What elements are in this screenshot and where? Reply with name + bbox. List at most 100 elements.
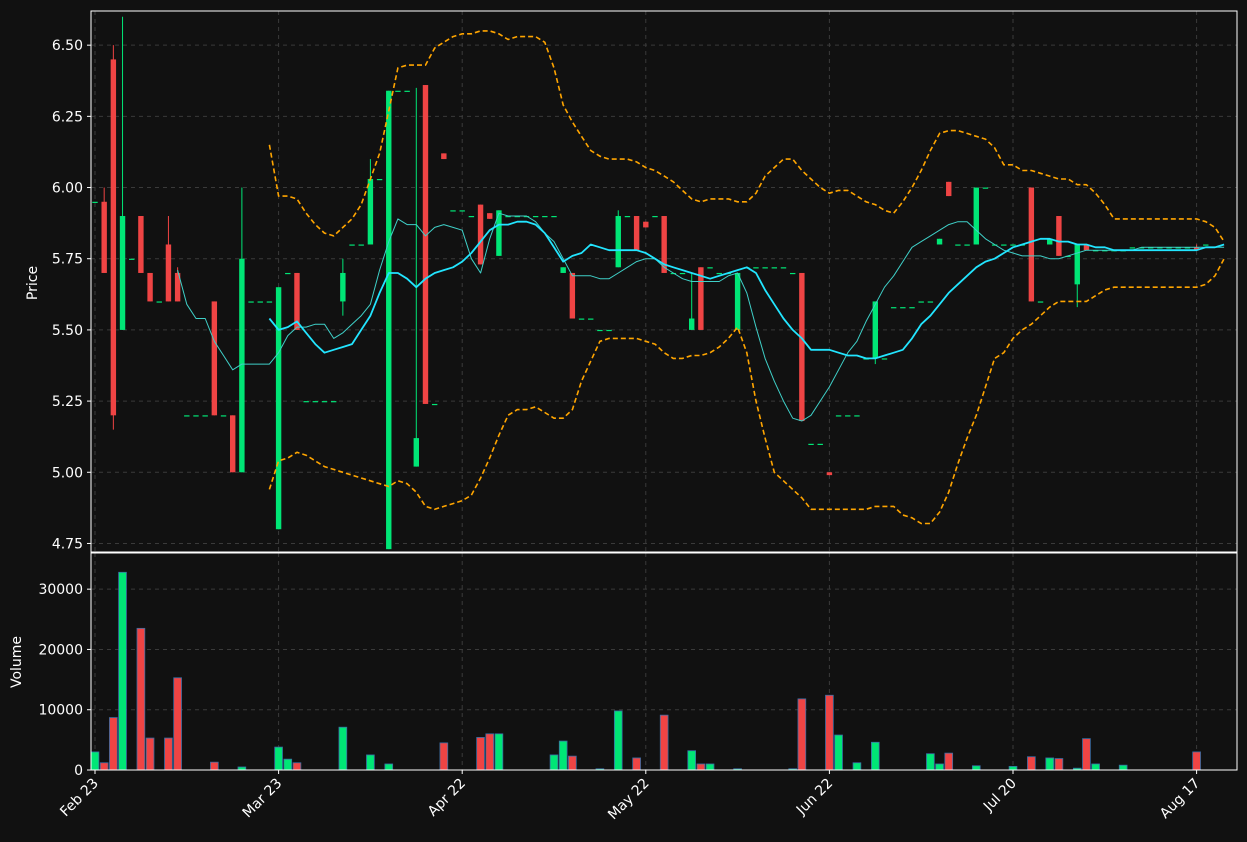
- candle: [248, 301, 254, 303]
- candle: [927, 301, 934, 303]
- candle: [92, 201, 98, 203]
- volume-bar: [1045, 757, 1055, 770]
- candle-body: [230, 415, 236, 473]
- candle-body: [881, 358, 888, 360]
- candle-body: [936, 238, 943, 245]
- candle-body: [487, 213, 493, 219]
- candle-body: [597, 329, 603, 332]
- volume-tick-label: 20000: [38, 642, 83, 658]
- candle: [817, 443, 823, 445]
- candle-body: [1129, 247, 1136, 249]
- candle: [560, 267, 566, 273]
- candle: [312, 401, 319, 403]
- volume-bar: [476, 737, 485, 770]
- candle: [321, 401, 328, 403]
- candle-body: [303, 401, 309, 403]
- candle: [542, 216, 548, 218]
- candle: [441, 153, 447, 160]
- candle-body: [789, 272, 796, 275]
- volume-bar: [1118, 764, 1128, 770]
- candle: [734, 272, 741, 330]
- volume-bar: [558, 740, 568, 770]
- candle-body: [946, 181, 952, 197]
- candle: [275, 287, 282, 530]
- candle: [918, 301, 924, 303]
- candle: [431, 403, 438, 406]
- candle: [881, 358, 888, 360]
- candle: [477, 204, 484, 265]
- candle-body: [257, 301, 263, 303]
- candle-body: [835, 415, 842, 417]
- candle: [789, 272, 796, 275]
- candle-body: [340, 272, 346, 302]
- candle: [1129, 247, 1136, 249]
- candle: [964, 244, 970, 246]
- price-tick-label: 6.00: [52, 181, 83, 197]
- price-axis-label: Price: [25, 266, 41, 300]
- candle-body: [689, 318, 695, 330]
- candle-body: [1074, 244, 1080, 285]
- candle: [936, 238, 943, 245]
- candle-body: [431, 403, 438, 406]
- candle-body: [395, 90, 401, 92]
- candle: [257, 301, 263, 303]
- candle: [532, 216, 539, 218]
- candle: [349, 244, 355, 246]
- candle: [184, 415, 190, 417]
- candle-body: [900, 307, 906, 309]
- candle-body: [578, 318, 585, 320]
- candle: [230, 415, 236, 473]
- volume-bar: [935, 763, 944, 770]
- candle-body: [275, 287, 282, 530]
- volume-bar: [338, 726, 348, 770]
- candle-body: [826, 472, 833, 476]
- candle-body: [780, 267, 787, 269]
- candle-body: [450, 210, 456, 212]
- candle: [376, 178, 383, 181]
- candle: [138, 216, 144, 273]
- candle: [588, 318, 594, 320]
- candle-body: [349, 244, 355, 246]
- volume-bar: [1082, 738, 1091, 770]
- candle: [1010, 244, 1016, 246]
- candle-body: [129, 258, 135, 260]
- candle-body: [808, 443, 814, 445]
- candle-body: [771, 267, 778, 269]
- price-tick-label: 6.50: [52, 38, 83, 54]
- volume-bar: [384, 763, 394, 770]
- candle-body: [165, 244, 172, 302]
- volume-bar: [109, 717, 118, 770]
- candle: [202, 415, 208, 417]
- volume-bar: [687, 750, 696, 770]
- candle: [890, 307, 897, 309]
- candle: [468, 216, 475, 218]
- candle-body: [624, 216, 631, 218]
- price-tick-label: 5.25: [52, 394, 83, 410]
- candle: [129, 258, 135, 260]
- candle-body: [156, 301, 162, 303]
- candle-body: [193, 415, 199, 417]
- candle: [211, 301, 218, 416]
- candle: [982, 187, 989, 189]
- candle-body: [532, 216, 539, 218]
- candle: [569, 272, 576, 319]
- candle: [652, 216, 658, 218]
- candle: [220, 415, 227, 417]
- candle: [147, 272, 153, 302]
- candle-body: [955, 244, 961, 246]
- candle-body: [707, 267, 713, 269]
- candle: [1028, 187, 1035, 302]
- volume-bar: [632, 757, 641, 770]
- candle-body: [854, 415, 860, 417]
- candle-body: [312, 401, 319, 403]
- candle-body: [872, 301, 878, 359]
- candle-body: [266, 301, 273, 303]
- candle: [716, 272, 722, 275]
- candle-body: [588, 318, 594, 320]
- candle-body: [220, 415, 227, 417]
- price-tick-label: 5.00: [52, 465, 83, 481]
- candle: [808, 443, 814, 445]
- candle-body: [321, 401, 328, 403]
- candle-body: [1203, 244, 1209, 246]
- candle-body: [1010, 244, 1016, 246]
